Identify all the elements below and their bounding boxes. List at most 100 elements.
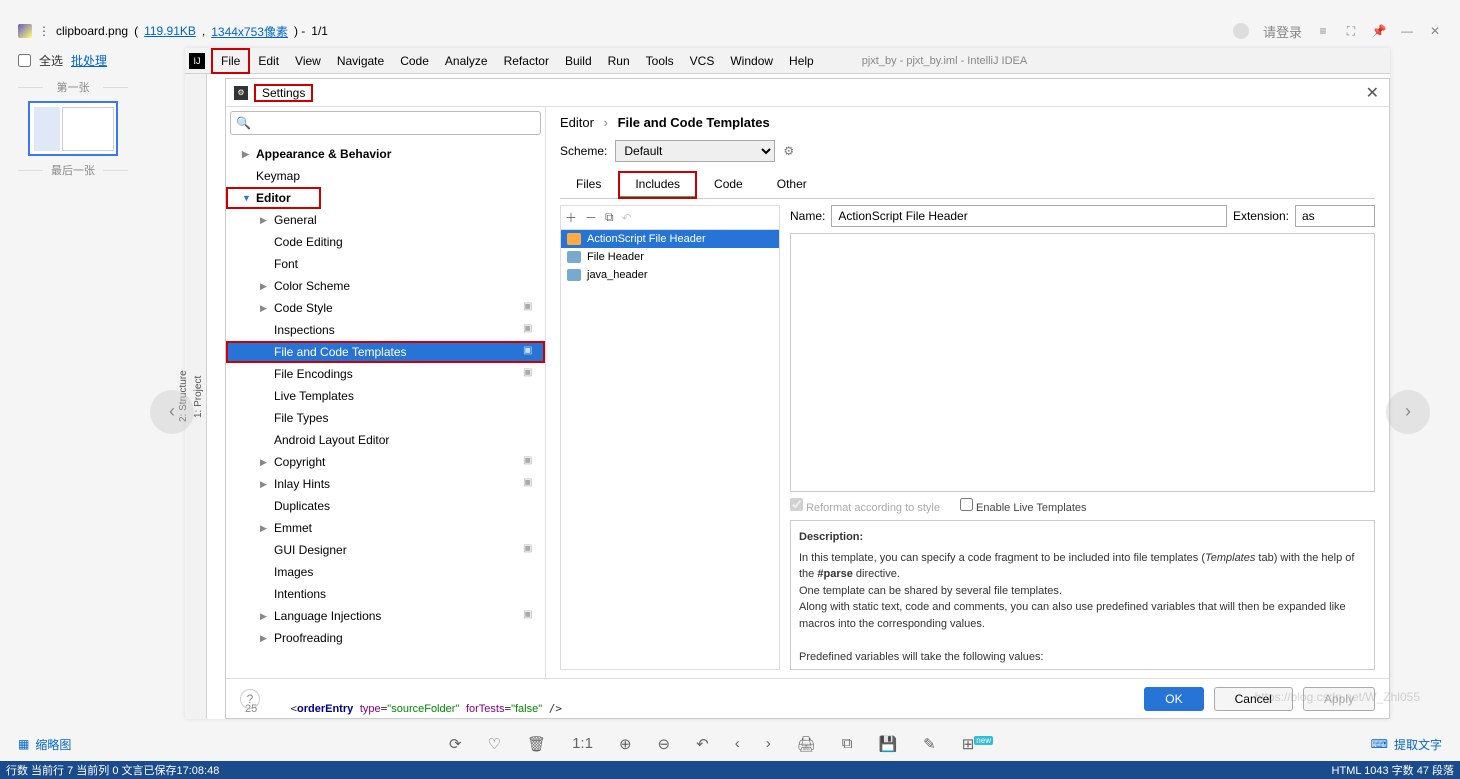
- tree-general[interactable]: ▶General: [226, 209, 545, 231]
- trash-icon[interactable]: 🗑: [527, 735, 546, 753]
- tree-color-scheme[interactable]: ▶Color Scheme: [226, 275, 545, 297]
- ide-logo-icon: IJ: [189, 53, 205, 69]
- menu-code[interactable]: Code: [392, 50, 437, 72]
- menu-icon[interactable]: ≡: [1316, 24, 1330, 38]
- tree-android[interactable]: Android Layout Editor: [226, 429, 545, 451]
- name-input[interactable]: [831, 205, 1227, 227]
- settings-icon: ⚙: [234, 86, 248, 100]
- tree-keymap[interactable]: Keymap: [226, 165, 545, 187]
- settings-tree-panel: 🔍 ▶Appearance & Behavior Keymap ▼Editor …: [226, 107, 546, 678]
- file-icon: [567, 233, 581, 245]
- next-image-button[interactable]: ›: [1386, 390, 1430, 434]
- tab-other[interactable]: Other: [761, 172, 823, 198]
- breadcrumb: Editor › File and Code Templates: [560, 115, 1375, 140]
- minimize-icon[interactable]: —: [1400, 24, 1414, 38]
- menu-run[interactable]: Run: [600, 50, 638, 72]
- prev-image-button[interactable]: ‹: [150, 390, 194, 434]
- search-icon: 🔍: [236, 116, 251, 130]
- tree-copyright[interactable]: ▶Copyright▣: [226, 451, 545, 473]
- menu-help[interactable]: Help: [781, 50, 822, 72]
- login-link[interactable]: 请登录: [1263, 22, 1302, 41]
- scheme-select[interactable]: Default: [615, 140, 775, 162]
- tree-proof[interactable]: ▶Proofreading: [226, 627, 545, 649]
- remove-icon[interactable]: －: [585, 209, 597, 226]
- gear-icon[interactable]: ⚙: [783, 144, 794, 158]
- tree-gui[interactable]: GUI Designer▣: [226, 539, 545, 561]
- menu-refactor[interactable]: Refactor: [496, 50, 557, 72]
- thumbnail-current[interactable]: [28, 101, 118, 156]
- copy-image-icon[interactable]: ⧉: [842, 735, 853, 753]
- tree-appearance[interactable]: ▶Appearance & Behavior: [226, 143, 545, 165]
- tree-font[interactable]: Font: [226, 253, 545, 275]
- ocr-link[interactable]: 提取文字: [1394, 736, 1442, 753]
- ide-menubar: IJ File Edit View Navigate Code Analyze …: [185, 48, 1390, 74]
- close-icon[interactable]: ✕: [1366, 83, 1379, 103]
- thumbnail-link[interactable]: 缩略图: [35, 736, 71, 753]
- add-icon[interactable]: ＋: [565, 209, 577, 226]
- tree-lang-inj[interactable]: ▶Language Injections▣: [226, 605, 545, 627]
- next-icon[interactable]: ›: [766, 735, 771, 753]
- tree-file-types[interactable]: File Types: [226, 407, 545, 429]
- menu-tools[interactable]: Tools: [638, 50, 682, 72]
- prev-icon[interactable]: ‹: [735, 735, 740, 753]
- menu-navigate[interactable]: Navigate: [329, 50, 392, 72]
- tree-emmet[interactable]: ▶Emmet: [226, 517, 545, 539]
- description-panel: Description: In this template, you can s…: [790, 520, 1375, 670]
- rotate-icon[interactable]: ⟳: [449, 735, 462, 753]
- menu-window[interactable]: Window: [722, 50, 781, 72]
- tab-files[interactable]: Files: [560, 172, 617, 198]
- menu-file[interactable]: File: [211, 48, 250, 74]
- file-dims[interactable]: 1344x753像素: [211, 23, 288, 40]
- close-window-icon[interactable]: ✕: [1428, 24, 1442, 38]
- copy-icon[interactable]: ⧉: [605, 210, 614, 225]
- ext-input[interactable]: [1295, 205, 1375, 227]
- pin-icon[interactable]: 📌: [1372, 24, 1386, 38]
- tree-inspections[interactable]: Inspections▣: [226, 319, 545, 341]
- reformat-checkbox: [790, 498, 803, 511]
- tab-code[interactable]: Code: [698, 172, 759, 198]
- tree-file-templates[interactable]: File and Code Templates▣: [226, 341, 545, 363]
- menu-analyze[interactable]: Analyze: [437, 50, 496, 72]
- menu-edit[interactable]: Edit: [250, 50, 287, 72]
- list-item[interactable]: java_header: [561, 266, 779, 284]
- watermark: https://blog.csdn.net/W_Zhl055: [1255, 690, 1420, 704]
- file-size[interactable]: 119.91KB: [144, 24, 196, 38]
- fullscreen-icon[interactable]: ⛶: [1344, 24, 1358, 38]
- batch-link[interactable]: 批处理: [71, 52, 107, 69]
- tree-images[interactable]: Images: [226, 561, 545, 583]
- menu-view[interactable]: View: [287, 50, 329, 72]
- settings-search-input[interactable]: [230, 111, 541, 135]
- tree-code-editing[interactable]: Code Editing: [226, 231, 545, 253]
- ext-label: Extension:: [1233, 209, 1289, 223]
- image-viewport: IJ File Edit View Navigate Code Analyze …: [185, 48, 1390, 719]
- tool-project[interactable]: 1: Project: [191, 74, 206, 719]
- menu-build[interactable]: Build: [557, 50, 600, 72]
- print-icon[interactable]: 🖨: [797, 735, 816, 753]
- list-item[interactable]: ActionScript File Header: [561, 230, 779, 248]
- tree-live-templates[interactable]: Live Templates: [226, 385, 545, 407]
- apps-icon[interactable]: ⊞new: [962, 735, 993, 753]
- tab-includes[interactable]: Includes: [619, 172, 696, 198]
- ok-button[interactable]: OK: [1144, 687, 1203, 711]
- enable-live-checkbox[interactable]: [960, 498, 973, 511]
- scheme-label: Scheme:: [560, 144, 607, 158]
- tree-editor[interactable]: ▼Editor: [226, 187, 321, 209]
- zoom-out-icon[interactable]: ⊖: [658, 735, 671, 753]
- edit-icon[interactable]: ✎: [923, 735, 936, 753]
- zoom-in-icon[interactable]: ⊕: [619, 735, 632, 753]
- code-line: 25 <orderEntry type="sourceFolder" forTe…: [245, 702, 562, 715]
- save-icon[interactable]: 💾: [878, 735, 897, 753]
- tree-intentions[interactable]: Intentions: [226, 583, 545, 605]
- one-to-one-icon[interactable]: 1:1: [572, 735, 593, 753]
- ide-window-title: pjxt_by - pjxt_by.iml - IntelliJ IDEA: [862, 55, 1027, 67]
- tree-inlay[interactable]: ▶Inlay Hints▣: [226, 473, 545, 495]
- tree-file-encodings[interactable]: File Encodings▣: [226, 363, 545, 385]
- tree-duplicates[interactable]: Duplicates: [226, 495, 545, 517]
- template-editor[interactable]: [790, 233, 1375, 492]
- select-all-checkbox[interactable]: [18, 54, 31, 67]
- rotate-left-icon[interactable]: ↶: [696, 735, 709, 753]
- menu-vcs[interactable]: VCS: [682, 50, 723, 72]
- tree-code-style[interactable]: ▶Code Style▣: [226, 297, 545, 319]
- heart-icon[interactable]: ♡: [488, 735, 501, 753]
- list-item[interactable]: File Header: [561, 248, 779, 266]
